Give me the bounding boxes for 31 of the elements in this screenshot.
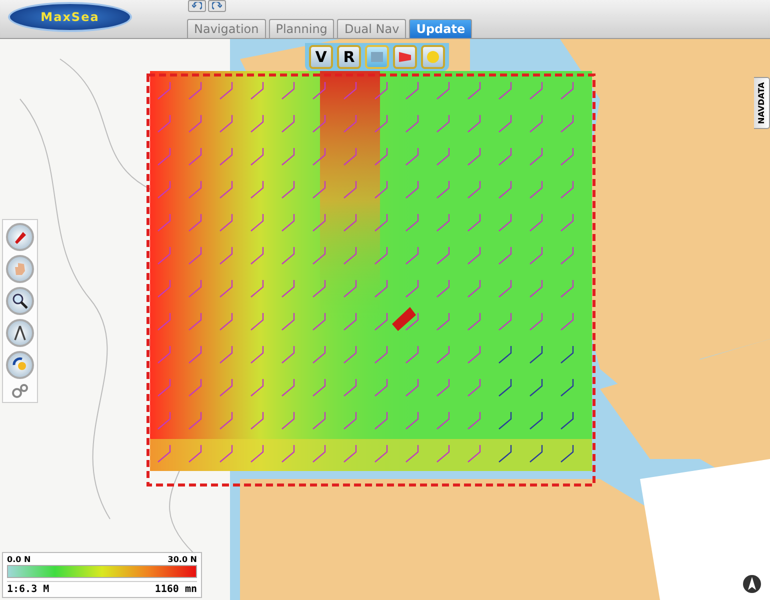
tab[interactable]: Dual Nav — [337, 19, 406, 38]
chart-layer-icon — [369, 49, 385, 65]
scale-distance-text: 1160 mn — [154, 584, 197, 595]
tab[interactable]: Planning — [268, 19, 334, 38]
navdata-tab[interactable]: NAVDATA — [754, 77, 770, 129]
zoom-tool-button[interactable] — [6, 287, 34, 315]
windsock-icon — [397, 49, 413, 65]
boat-icon — [12, 229, 28, 245]
weather-icon — [12, 357, 28, 373]
sun-icon — [425, 49, 441, 65]
toolbar-button[interactable] — [393, 45, 417, 69]
divider-compass-icon — [12, 325, 28, 341]
undo-icon — [192, 2, 202, 10]
tab[interactable]: Navigation — [187, 19, 266, 38]
boat-tool-button[interactable] — [6, 223, 34, 251]
legend-min-label: 0.0 N — [7, 555, 31, 564]
compass-tool-button[interactable] — [6, 319, 34, 347]
gears-icon[interactable] — [11, 383, 29, 399]
weather-tool-button[interactable] — [6, 351, 34, 379]
layer-button[interactable]: R — [337, 45, 361, 69]
layer-button[interactable]: V — [309, 45, 333, 69]
magnifier-icon — [12, 293, 28, 309]
app-logo: MaxSea — [8, 2, 132, 32]
redo-button[interactable] — [208, 0, 226, 12]
boat-icon[interactable] — [392, 307, 416, 331]
redo-icon — [212, 2, 222, 10]
undo-button[interactable] — [188, 0, 206, 12]
chart-scale-text: 1:6.3 M — [7, 584, 50, 595]
tab[interactable]: Update — [409, 19, 472, 38]
legend-max-label: 30.0 N — [168, 555, 197, 564]
hand-icon — [12, 261, 28, 277]
